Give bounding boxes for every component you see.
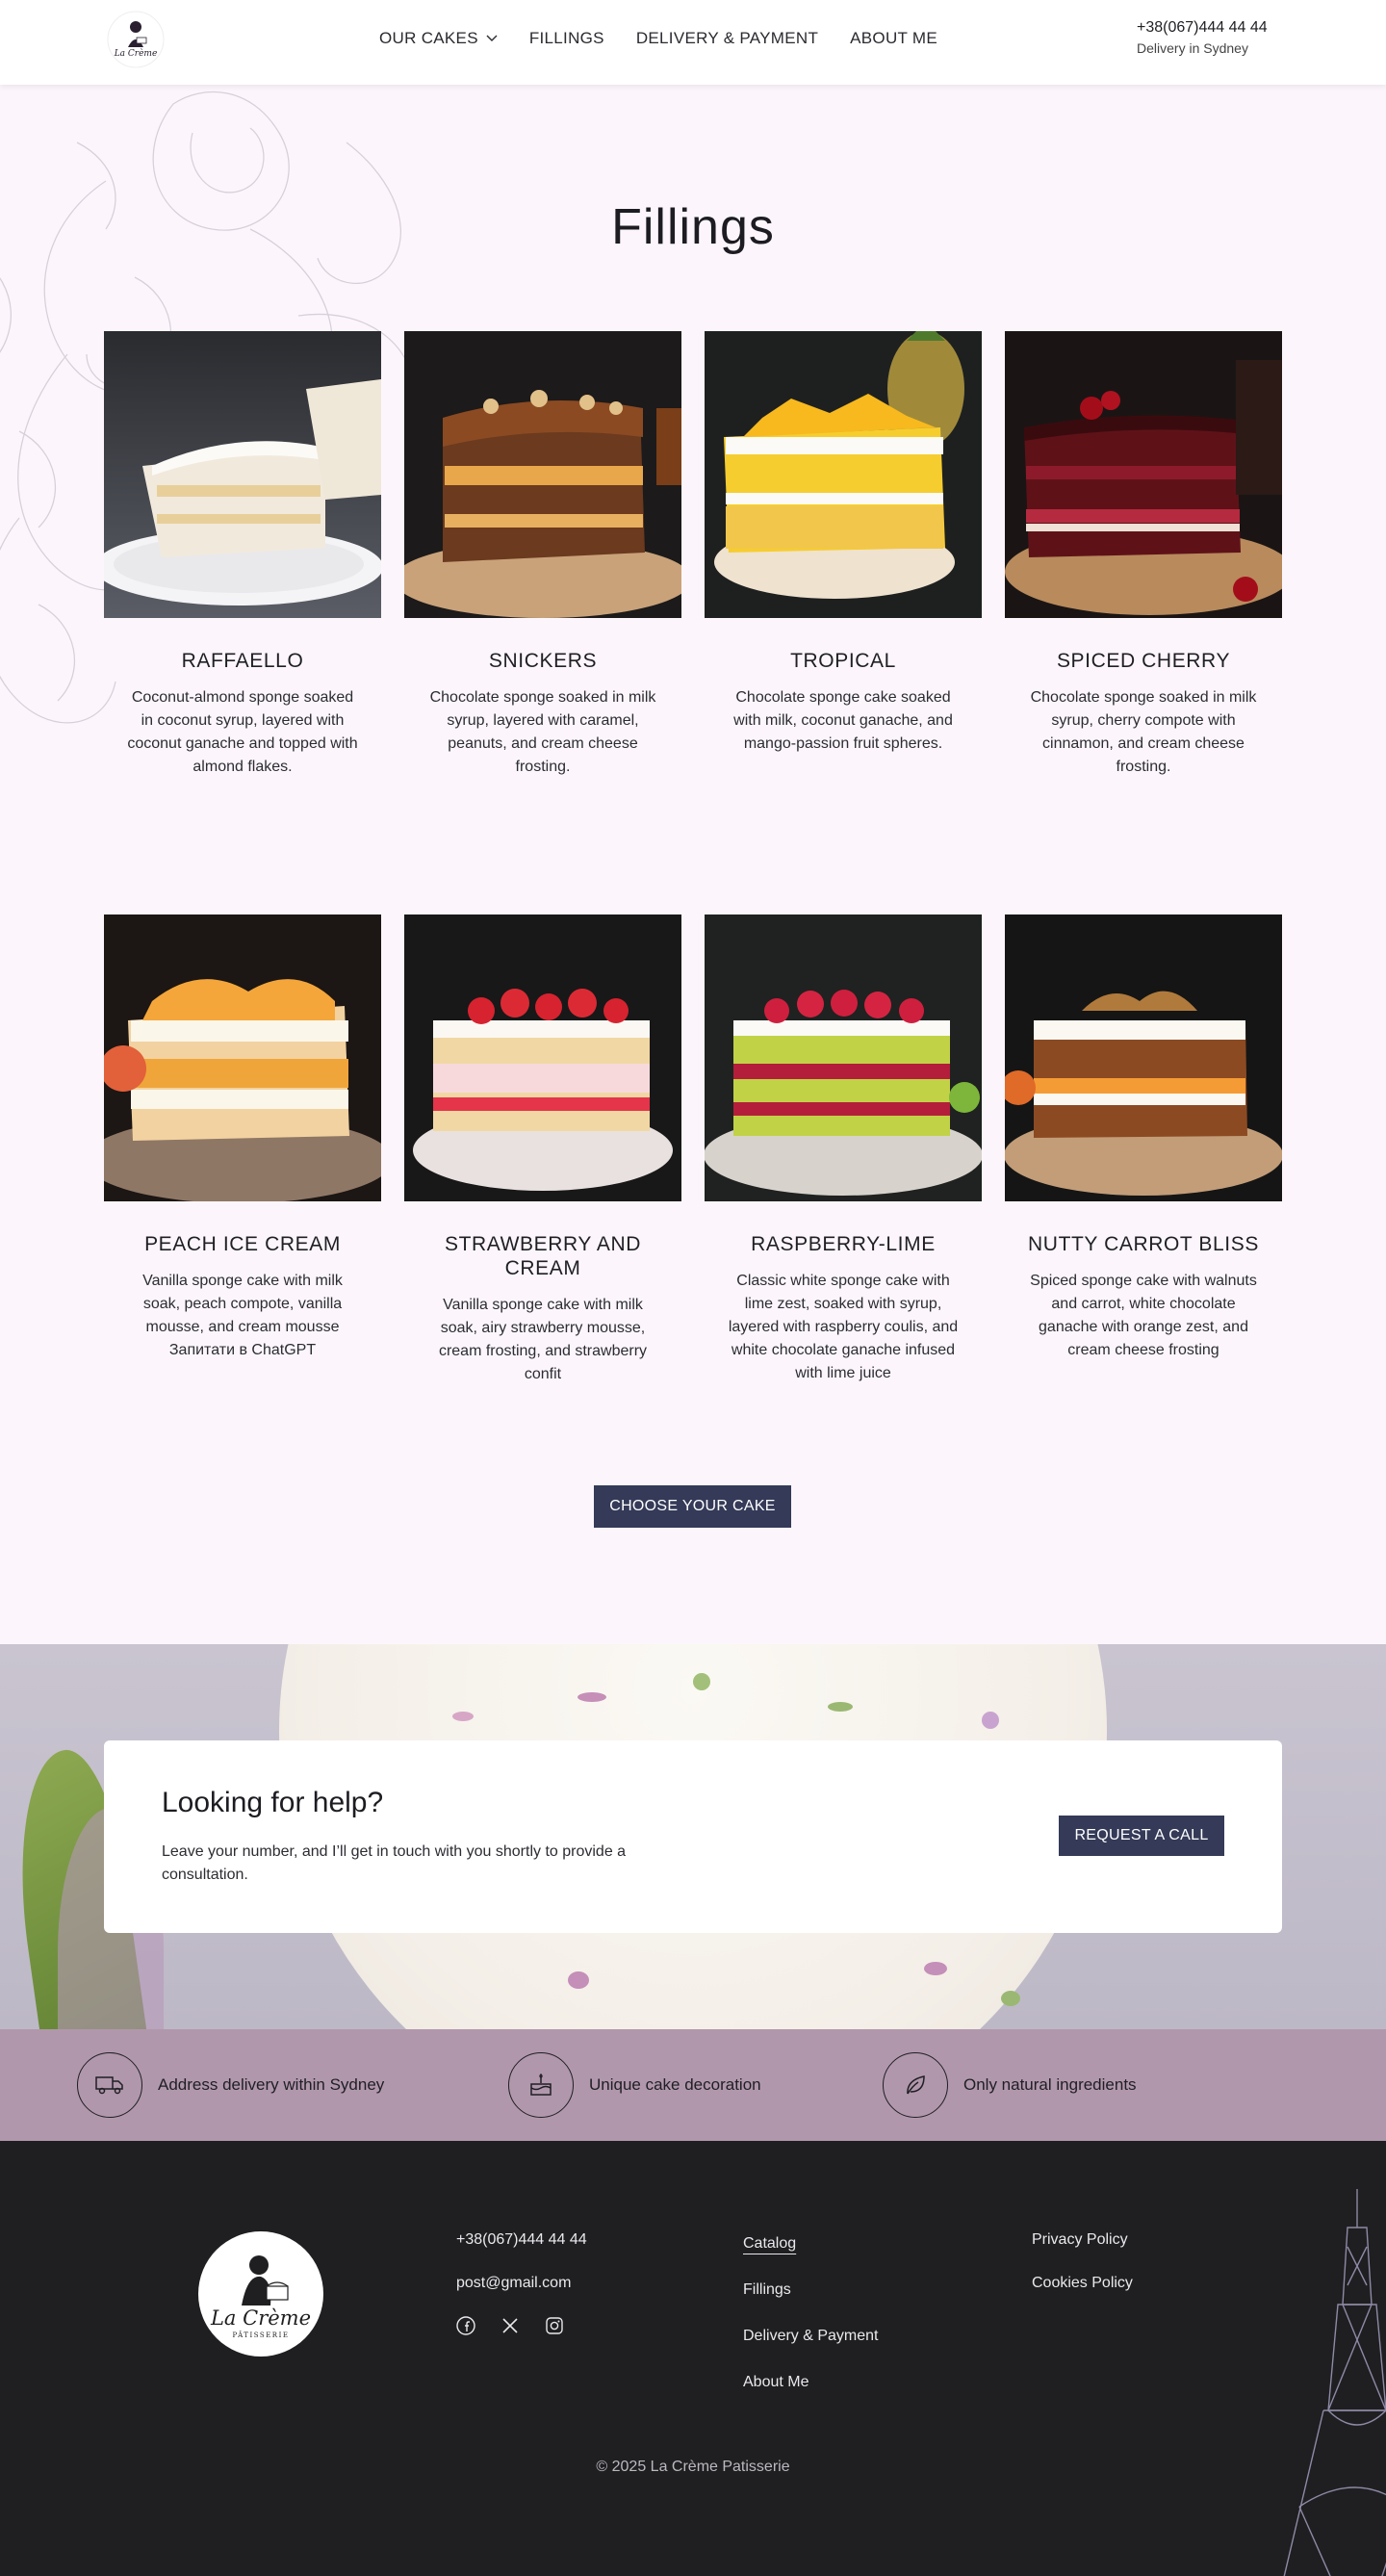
fillings-grid-row-1: RAFFAELLO Coconut-almond sponge soaked i… — [104, 331, 1282, 779]
raspberry-lime-cake-image — [705, 914, 982, 1201]
nav-about-me[interactable]: ABOUT ME — [850, 29, 937, 48]
footer-link-delivery-payment[interactable]: Delivery & Payment — [743, 2328, 879, 2345]
nav-fillings[interactable]: FILLINGS — [529, 29, 604, 48]
eiffel-tower-icon — [1283, 2189, 1386, 2576]
filling-card[interactable]: SNICKERS Chocolate sponge soaked in milk… — [404, 331, 681, 779]
nav-delivery-payment[interactable]: DELIVERY & PAYMENT — [636, 29, 818, 48]
raffaello-cake-image — [104, 331, 381, 618]
footer-logo[interactable]: La Crème PÂTISSERIE — [198, 2231, 323, 2357]
sprinkle-decoration — [828, 1702, 853, 1712]
nutty-carrot-cake-image — [1005, 914, 1282, 1201]
instagram-icon[interactable] — [545, 2316, 564, 2335]
footer-link-cookies-policy[interactable]: Cookies Policy — [1032, 2275, 1133, 2292]
delivery-note: Delivery in Sydney — [1137, 40, 1248, 56]
choose-your-cake-button[interactable]: CHOOSE YOUR CAKE — [594, 1485, 791, 1528]
feature-label: Unique cake decoration — [589, 2075, 761, 2094]
sprinkle-decoration — [693, 1673, 710, 1690]
footer-nav: Catalog Fillings Delivery & Payment Abou… — [743, 2235, 879, 2420]
snickers-cake-image — [404, 331, 681, 618]
filling-description: Vanilla sponge cake with milk soak, peac… — [142, 1273, 343, 1358]
nav-our-cakes-label: OUR CAKES — [379, 29, 478, 47]
logo-illustration-icon: La Crème — [107, 11, 165, 68]
fillings-grid-row-2: PEACH ICE CREAM Vanilla sponge cake with… — [104, 914, 1282, 1386]
filling-card[interactable]: STRAWBERRY AND CREAM Vanilla sponge cake… — [404, 914, 681, 1386]
feature-natural: Only natural ingredients — [883, 2052, 1137, 2118]
sprinkle-decoration — [452, 1712, 474, 1721]
sprinkle-decoration — [924, 1962, 947, 1975]
logo[interactable]: La Crème — [104, 8, 167, 71]
chevron-down-icon — [486, 35, 498, 41]
filling-description: Chocolate sponge cake soaked with milk, … — [733, 689, 953, 752]
feature-delivery: Address delivery within Sydney — [77, 2052, 384, 2118]
filling-name: STRAWBERRY AND CREAM — [444, 1233, 642, 1279]
filling-description: Chocolate sponge soaked in milk syrup, c… — [1030, 689, 1257, 775]
header-phone[interactable]: +38(067)444 44 44 — [1137, 19, 1268, 37]
features-strip: Address delivery within Sydney Unique ca… — [0, 2029, 1386, 2141]
help-title: Looking for help? — [162, 1787, 384, 1818]
svg-text:La Crème: La Crème — [114, 48, 158, 59]
copyright: © 2025 La Crème Patisserie — [596, 2459, 790, 2475]
request-call-button[interactable]: REQUEST A CALL — [1059, 1816, 1224, 1856]
footer-link-catalog[interactable]: Catalog — [743, 2235, 879, 2253]
sprinkle-decoration — [568, 1971, 589, 1989]
sprinkle-decoration — [982, 1712, 999, 1729]
filling-description: Chocolate sponge soaked in milk syrup, l… — [429, 689, 656, 775]
filling-card[interactable]: RAFFAELLO Coconut-almond sponge soaked i… — [104, 331, 381, 779]
site-header: La Crème OUR CAKES FILLINGS DELIVERY & P… — [0, 0, 1386, 85]
strawberry-cream-cake-image — [404, 914, 681, 1201]
footer-link-fillings[interactable]: Fillings — [743, 2281, 879, 2299]
filling-name: SPICED CHERRY — [1056, 650, 1231, 672]
sprinkle-decoration — [1001, 1991, 1020, 2006]
feature-label: Only natural ingredients — [963, 2075, 1137, 2094]
main-nav: OUR CAKES FILLINGS DELIVERY & PAYMENT AB… — [379, 29, 937, 48]
nav-our-cakes[interactable]: OUR CAKES — [379, 29, 498, 48]
header-contact: +38(067)444 44 44 Delivery in Sydney — [1137, 19, 1268, 56]
footer-contacts: +38(067)444 44 44 post@gmail.com — [456, 2231, 587, 2335]
filling-name: RAFFAELLO — [181, 650, 304, 672]
footer-legal: Privacy Policy Cookies Policy — [1032, 2231, 1133, 2318]
footer-link-about-me[interactable]: About Me — [743, 2374, 879, 2391]
filling-card[interactable]: PEACH ICE CREAM Vanilla sponge cake with… — [104, 914, 381, 1386]
footer-phone[interactable]: +38(067)444 44 44 — [456, 2231, 587, 2249]
filling-name: RASPBERRY-LIME — [751, 1233, 936, 1255]
help-text: Leave your number, and I’ll get in touch… — [162, 1843, 627, 1883]
social-links — [456, 2316, 587, 2335]
filling-name: TROPICAL — [790, 650, 896, 672]
cake-icon — [508, 2052, 574, 2118]
help-section: Looking for help? Leave your number, and… — [0, 1644, 1386, 2029]
filling-name: NUTTY CARROT BLISS — [1028, 1233, 1259, 1255]
filling-description: Vanilla sponge cake with milk soak, airy… — [438, 1297, 648, 1382]
filling-description: Coconut-almond sponge soaked in coconut … — [127, 689, 358, 775]
filling-name: PEACH ICE CREAM — [144, 1233, 341, 1255]
leaf-icon — [883, 2052, 948, 2118]
peach-ice-cream-cake-image — [104, 914, 381, 1201]
footer-link-privacy-policy[interactable]: Privacy Policy — [1032, 2231, 1133, 2249]
tropical-cake-image — [705, 331, 982, 618]
filling-name: SNICKERS — [488, 650, 598, 672]
filling-description: Classic white sponge cake with lime zest… — [728, 1273, 959, 1381]
footer-logo-text: La Crème — [210, 2306, 311, 2330]
delivery-truck-icon — [77, 2052, 142, 2118]
x-icon[interactable] — [500, 2316, 520, 2335]
sprinkle-decoration — [578, 1692, 606, 1702]
fillings-section: Fillings RAFFAELLO Coconut-almond sponge… — [0, 85, 1386, 1644]
filling-card[interactable]: SPICED CHERRY Chocolate sponge soaked in… — [1005, 331, 1282, 779]
spiced-cherry-cake-image — [1005, 331, 1282, 618]
footer-email[interactable]: post@gmail.com — [456, 2275, 587, 2292]
footer-logo-subtext: PÂTISSERIE — [232, 2331, 290, 2339]
filling-description: Spiced sponge cake with walnuts and carr… — [1030, 1273, 1257, 1358]
feature-label: Address delivery within Sydney — [158, 2075, 385, 2094]
filling-card[interactable]: TROPICAL Chocolate sponge cake soaked wi… — [705, 331, 982, 779]
help-card: Looking for help? Leave your number, and… — [104, 1740, 1282, 1933]
site-footer: La Crème PÂTISSERIE +38(067)444 44 44 po… — [0, 2141, 1386, 2576]
filling-card[interactable]: RASPBERRY-LIME Classic white sponge cake… — [705, 914, 982, 1386]
feature-decoration: Unique cake decoration — [508, 2052, 761, 2118]
section-title: Fillings — [611, 199, 775, 255]
facebook-icon[interactable] — [456, 2316, 475, 2335]
filling-card[interactable]: NUTTY CARROT BLISS Spiced sponge cake wi… — [1005, 914, 1282, 1386]
